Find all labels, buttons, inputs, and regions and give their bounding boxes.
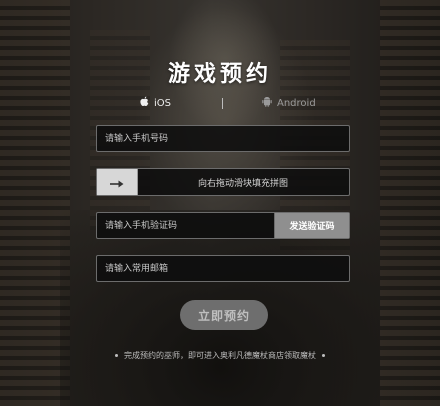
platform-ios-tab[interactable]: iOS: [140, 96, 171, 110]
email-field-wrapper: [96, 255, 350, 282]
phone-input[interactable]: [97, 126, 349, 152]
platform-android-tab[interactable]: Android: [262, 96, 316, 110]
email-input[interactable]: [97, 256, 349, 282]
slider-handle[interactable]: [97, 169, 138, 195]
android-icon: [262, 96, 272, 110]
send-code-button[interactable]: 发送验证码: [274, 213, 349, 238]
reserve-button[interactable]: 立即预约: [180, 300, 268, 330]
footer-note: 完成预约的巫师，即可进入奥利凡德魔杖商店领取魔杖: [0, 350, 440, 361]
platform-selector: iOS Android: [0, 96, 440, 112]
sms-field-wrapper: 发送验证码: [96, 212, 350, 239]
platform-divider: [222, 98, 223, 109]
footer-note-text: 完成预约的巫师，即可进入奥利凡德魔杖商店领取魔杖: [124, 351, 316, 360]
page-title: 游戏预约: [167, 61, 272, 87]
bullet-left: [115, 354, 118, 357]
slider-hint: 向右拖动滑块填充拼图: [197, 178, 288, 189]
bullet-right: [322, 354, 325, 357]
apple-icon: [140, 96, 149, 110]
platform-android-label: Android: [277, 97, 316, 109]
captcha-slider: 向右拖动滑块填充拼图: [96, 168, 350, 196]
phone-field-wrapper: [96, 125, 350, 152]
arrow-right-icon: [110, 173, 124, 192]
platform-ios-label: iOS: [154, 97, 171, 109]
